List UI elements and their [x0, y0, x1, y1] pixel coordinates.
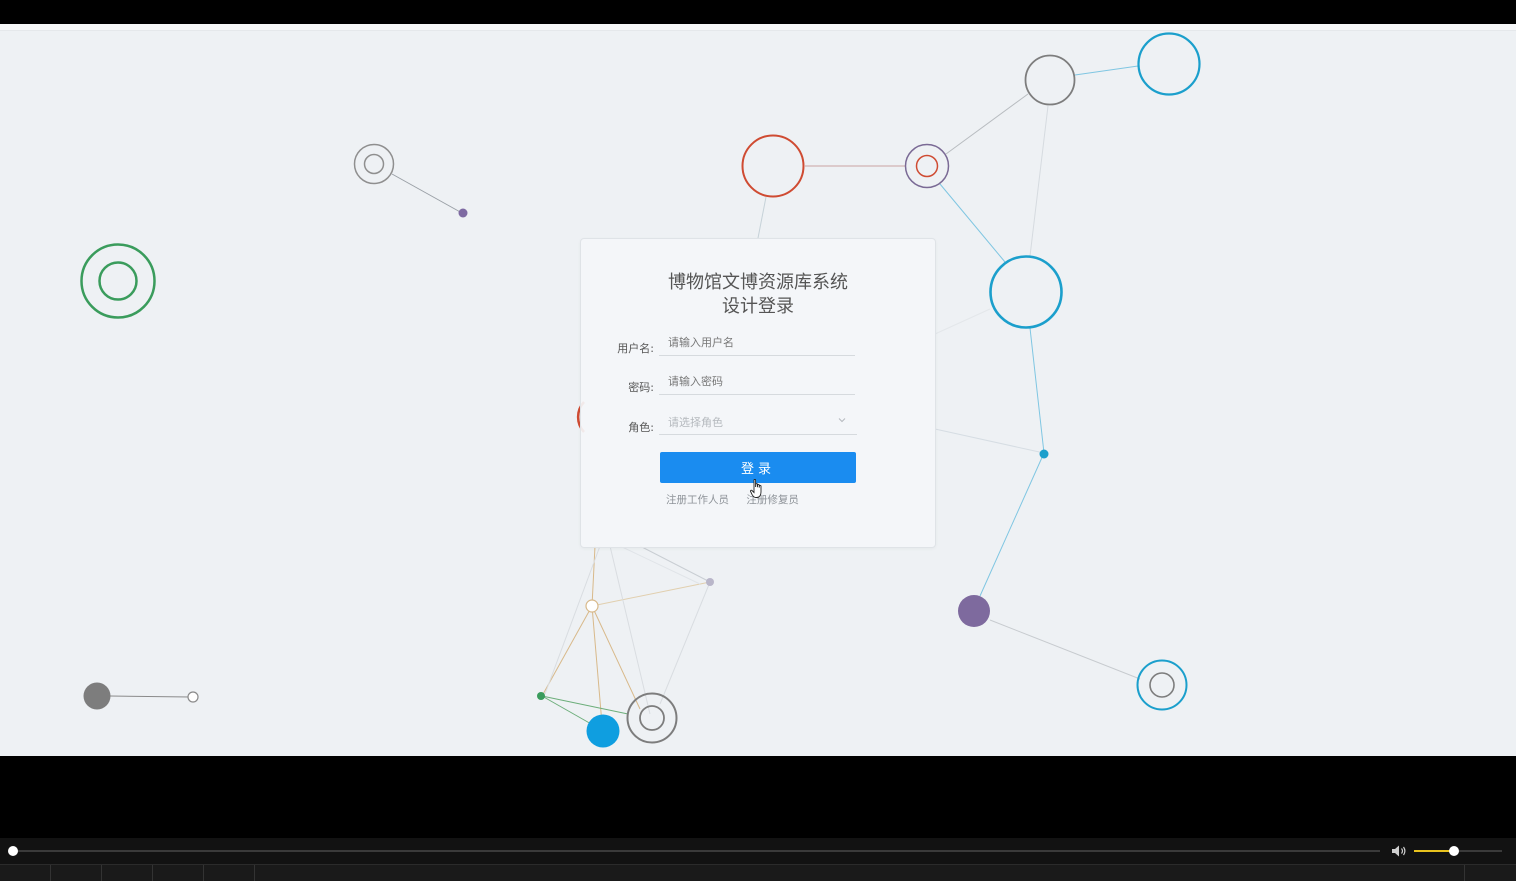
login-page-background: 博物馆文博资源库系统 设计登录 用户名: 密码: 角色: 请选择角色 登录 注册… — [0, 24, 1516, 756]
password-label: 密码: — [628, 381, 654, 394]
network-link — [609, 545, 651, 715]
network-link — [591, 545, 596, 607]
network-link — [659, 581, 711, 705]
network-node — [458, 208, 468, 218]
network-link — [1029, 327, 1045, 454]
network-link — [979, 452, 1045, 597]
password-row: 密码: — [581, 369, 935, 409]
network-node — [1136, 659, 1188, 711]
username-input[interactable] — [659, 330, 855, 356]
page-title: 博物馆文博资源库系统 设计登录 — [581, 271, 935, 319]
network-link — [934, 308, 991, 335]
network-node — [1039, 449, 1049, 459]
login-panel: 博物馆文博资源库系统 设计登录 用户名: 密码: 角色: 请选择角色 登录 注册… — [580, 238, 936, 548]
network-node — [363, 153, 385, 175]
control-divider — [254, 865, 255, 881]
role-label: 角色: — [628, 421, 654, 434]
network-node — [537, 692, 545, 700]
network-node — [585, 599, 599, 613]
volume-thumb[interactable] — [1448, 846, 1459, 856]
network-node — [1149, 672, 1175, 698]
cursor-icon — [750, 479, 762, 498]
player-control-strip — [0, 864, 1516, 881]
control-divider — [152, 865, 153, 881]
network-node — [1024, 54, 1076, 106]
username-label: 用户名: — [617, 342, 654, 355]
password-input[interactable] — [659, 369, 855, 395]
network-node — [1137, 32, 1201, 96]
network-node — [98, 261, 138, 301]
volume-icon[interactable] — [1391, 844, 1407, 858]
network-link — [591, 581, 711, 607]
seek-thumb[interactable] — [8, 846, 18, 856]
register-staff-link[interactable]: 注册工作人员 — [666, 494, 729, 506]
role-row: 角色: 请选择角色 — [581, 409, 935, 449]
volume-level — [1414, 850, 1454, 852]
network-link — [391, 173, 463, 214]
control-divider — [1464, 865, 1465, 881]
network-link — [1029, 105, 1049, 257]
network-node — [586, 714, 620, 748]
network-link — [989, 619, 1141, 680]
control-divider — [101, 865, 102, 881]
network-node — [639, 705, 665, 731]
network-link — [639, 545, 711, 583]
network-node — [915, 154, 939, 178]
video-player-bar — [0, 838, 1516, 881]
network-node — [706, 578, 714, 586]
network-link — [541, 695, 629, 715]
network-node — [187, 691, 199, 703]
network-node — [80, 243, 156, 319]
control-divider — [50, 865, 51, 881]
network-node — [741, 134, 805, 198]
network-link — [109, 695, 191, 698]
network-link — [757, 196, 767, 239]
network-node — [989, 255, 1063, 329]
network-node — [958, 595, 990, 627]
register-links: 注册工作人员 注册修复员 — [666, 492, 813, 507]
network-node — [353, 143, 395, 185]
network-node — [83, 682, 111, 710]
network-node — [904, 143, 950, 189]
role-select-placeholder: 请选择角色 — [668, 416, 723, 429]
control-divider — [203, 865, 204, 881]
network-node — [626, 692, 678, 744]
title-line-1: 博物馆文博资源库系统 — [668, 272, 848, 293]
username-row: 用户名: — [581, 330, 935, 370]
network-link — [544, 545, 601, 695]
network-link — [939, 183, 1006, 263]
network-link — [1074, 65, 1139, 76]
role-select[interactable]: 请选择角色 — [659, 409, 857, 435]
network-link — [934, 428, 1045, 454]
chevron-down-icon — [838, 418, 846, 423]
network-link — [945, 93, 1029, 155]
title-line-2: 设计登录 — [722, 296, 794, 317]
seek-bar[interactable] — [12, 850, 1380, 852]
network-link — [619, 545, 701, 585]
